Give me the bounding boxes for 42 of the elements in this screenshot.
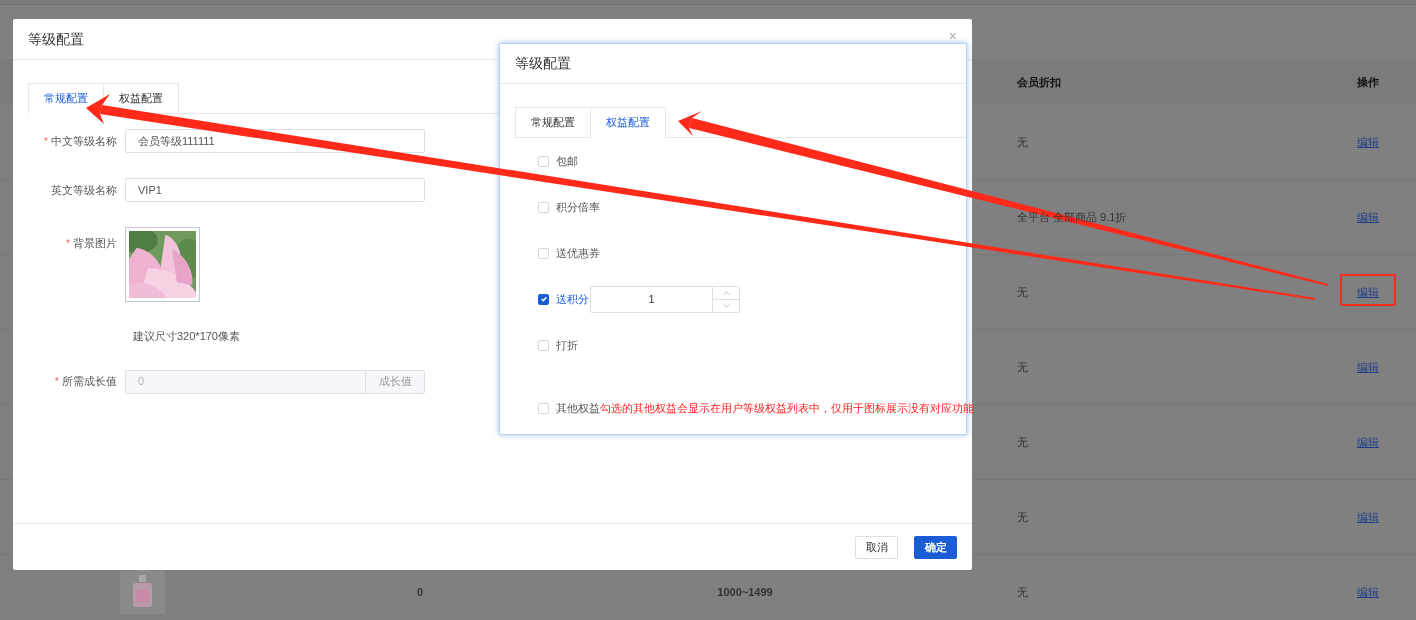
- field-value: 1: [647, 291, 656, 307]
- field-label: 所需成长值: [62, 374, 117, 390]
- checkbox[interactable]: [538, 293, 549, 305]
- required-mark: *: [43, 133, 48, 149]
- note-text: 勾选的其他权益会显示在用户等级权益列表中，仅用于图标展示没有对应功能: [600, 400, 974, 416]
- cancel-button[interactable]: 取消: [855, 535, 898, 559]
- checkbox-label[interactable]: 送优惠券: [556, 244, 600, 262]
- field-label: 英文等级名称: [51, 182, 117, 198]
- table-cell-text: 无: [1017, 509, 1028, 525]
- tab[interactable]: 常规配置: [515, 107, 591, 138]
- checkbox-label[interactable]: 其他权益: [556, 399, 600, 417]
- table-cell-text: 无: [1017, 359, 1028, 375]
- chevron-up-icon[interactable]: [722, 290, 730, 295]
- table-cell: 1000~1499: [717, 585, 773, 598]
- field-label: 中文等级名称: [51, 133, 117, 149]
- hint-text: 建议尺寸320*170像素: [133, 329, 240, 344]
- table-cell-text: 无: [1017, 284, 1028, 300]
- checkbox-label[interactable]: 积分倍率: [556, 198, 600, 216]
- table-cell: 0: [416, 585, 424, 598]
- text-field[interactable]: VIP1: [125, 178, 425, 202]
- image-upload[interactable]: [125, 227, 200, 302]
- table-cell-text: 无: [1017, 134, 1028, 150]
- checkbox-label[interactable]: 送积分: [556, 290, 589, 308]
- required-mark: *: [54, 374, 59, 390]
- table-cell-text: 无: [1017, 584, 1028, 600]
- table-cell-text: 无: [1017, 434, 1028, 450]
- field-label: 背景图片: [73, 236, 117, 251]
- checkbox-label[interactable]: 打折: [556, 336, 578, 354]
- number-field[interactable]: 1: [590, 285, 740, 313]
- column-header: 会员折扣: [1017, 74, 1061, 90]
- text-field[interactable]: 会员等级111111: [125, 129, 425, 153]
- dialog-title: 等级配置: [515, 54, 571, 73]
- check-icon: [539, 295, 548, 303]
- tab[interactable]: 权益配置: [591, 107, 666, 138]
- column-header: 操作: [1357, 74, 1379, 90]
- tab[interactable]: 常规配置: [28, 83, 104, 114]
- required-mark: *: [65, 236, 70, 251]
- confirm-button[interactable]: 确定: [914, 535, 957, 559]
- checkbox-label[interactable]: 包邮: [556, 152, 578, 170]
- dialog-title: 等级配置: [28, 29, 84, 49]
- chevron-down-icon[interactable]: [722, 303, 730, 308]
- field-addon: 成长值: [365, 369, 425, 394]
